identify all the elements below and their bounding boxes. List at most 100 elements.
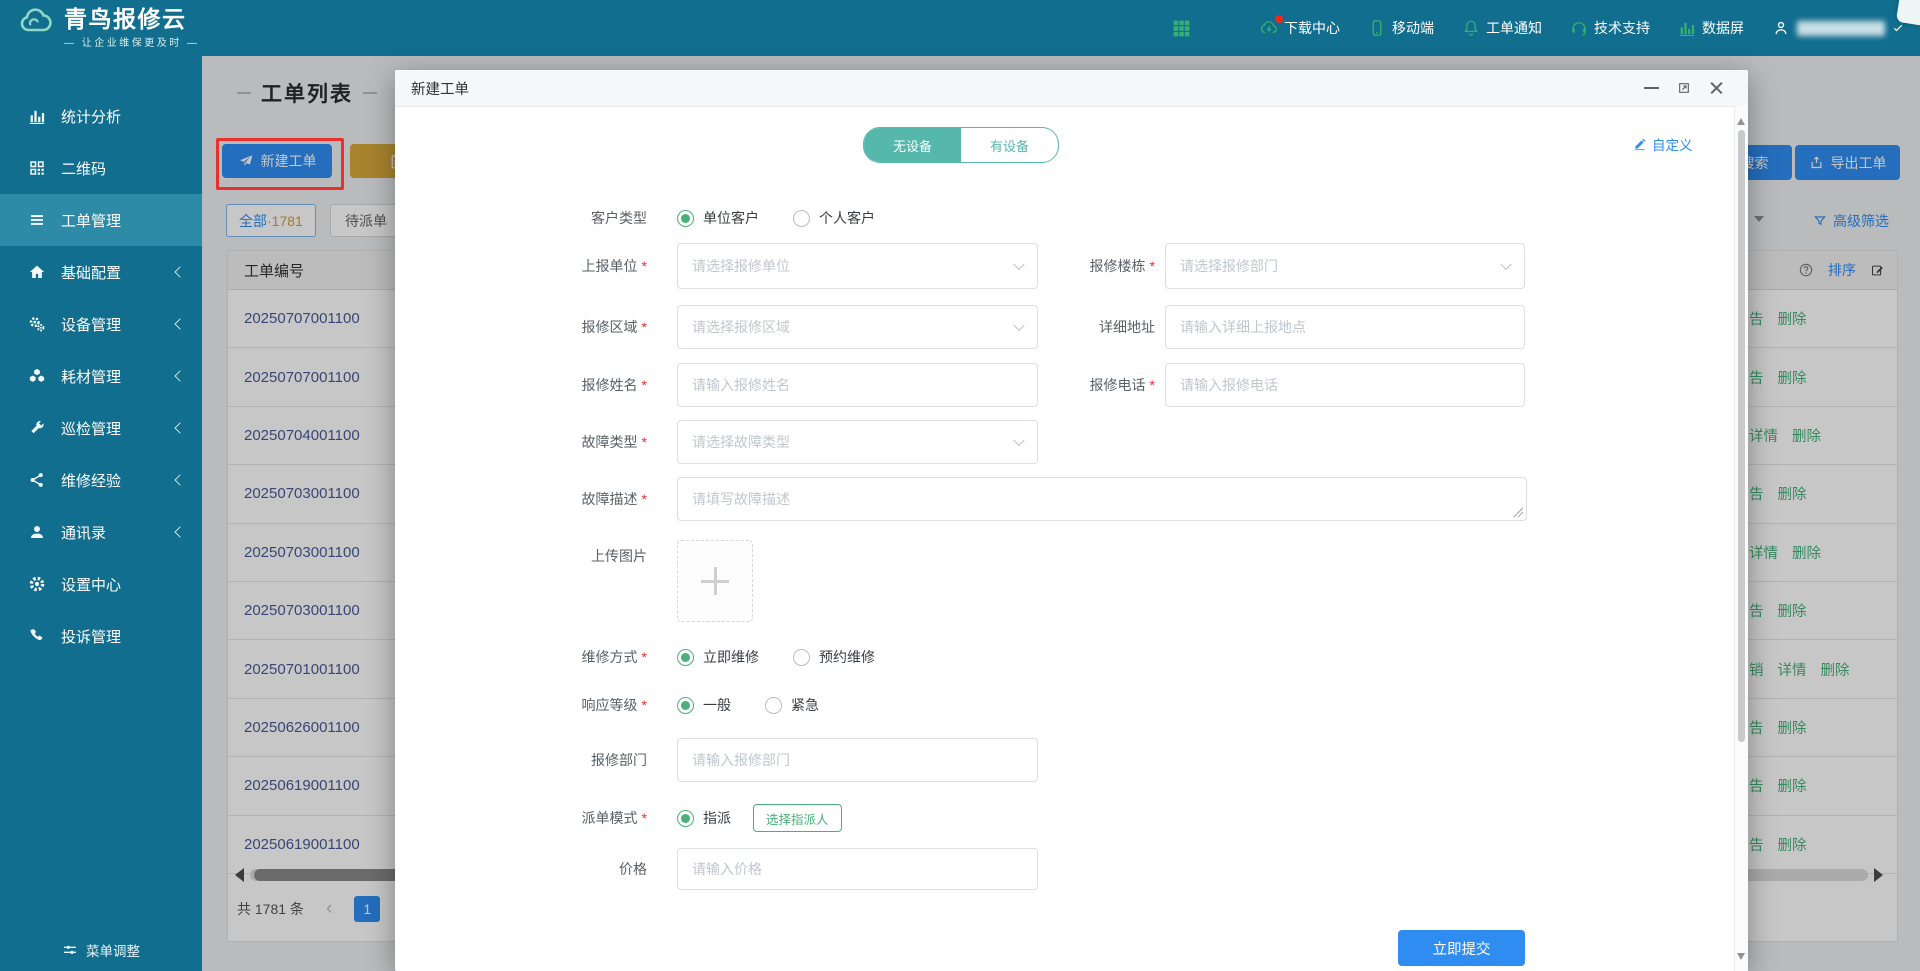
radio-priority-urgent[interactable]: 紧急 [765, 695, 819, 715]
chevron-left-icon [174, 474, 185, 485]
sidebar-menu: 统计分析 二维码 工单管理 基础配置 设备管理 耗材管理 巡检管理 维修经验 [0, 56, 202, 662]
sidebar-item-consumables[interactable]: 耗材管理 [0, 350, 202, 402]
form-row-priority: 响应等级* 一般 紧急 [395, 683, 1735, 727]
radio-icon[interactable] [677, 810, 694, 827]
app-header: 青鸟报修云 — 让企业维保更及时 — 下载中心 移动端 工单通知 技术支持 数据… [0, 0, 1920, 56]
fault-desc-textarea[interactable]: 请填写故障描述 [677, 477, 1527, 521]
sidebar-item-inspection[interactable]: 巡检管理 [0, 402, 202, 454]
headset-icon [1570, 19, 1588, 37]
nav-item-tech-support[interactable]: 技术支持 [1570, 18, 1650, 38]
form-row-dispatch-mode: 派单模式* 指派 选择指派人 [395, 796, 1735, 840]
resize-grip-icon[interactable] [1513, 507, 1523, 517]
radio-icon[interactable] [793, 649, 810, 666]
field-label: 上报单位 [582, 256, 638, 276]
modal-header: 新建工单 [395, 70, 1748, 107]
menu-adjust-label: 菜单调整 [86, 940, 140, 960]
field-label: 故障类型 [582, 432, 638, 452]
tab-no-device[interactable]: 无设备 [864, 128, 961, 162]
chevron-left-icon [174, 526, 185, 537]
sidebar-item-basic-config[interactable]: 基础配置 [0, 246, 202, 298]
address-input[interactable]: 请输入详细上报地点 [1165, 305, 1525, 349]
form-row-fault-desc: 故障描述* 请填写故障描述 [395, 477, 1735, 521]
report-unit-select[interactable]: 请选择报修单位 [677, 243, 1038, 289]
radio-icon[interactable] [677, 649, 694, 666]
sidebar-item-work-orders[interactable]: 工单管理 [0, 194, 202, 246]
gear-icon [28, 575, 46, 593]
form-row-department: 报修部门* 请输入报修部门 [395, 738, 1735, 782]
cubes-icon [28, 367, 46, 385]
radio-priority-normal[interactable]: 一般 [677, 695, 731, 715]
nav-item-mobile[interactable]: 移动端 [1368, 18, 1434, 38]
app-tagline: — 让企业维保更及时 — [64, 34, 200, 49]
sidebar: 统计分析 二维码 工单管理 基础配置 设备管理 耗材管理 巡检管理 维修经验 [0, 56, 202, 971]
minimize-icon[interactable] [1644, 87, 1659, 89]
radio-icon[interactable] [677, 210, 694, 227]
image-upload-button[interactable] [677, 540, 753, 622]
top-nav: 下载中心 移动端 工单通知 技术支持 数据屏 [1171, 0, 1904, 56]
share-icon [28, 471, 46, 489]
sidebar-item-complaints[interactable]: 投诉管理 [0, 610, 202, 662]
form-row-upload: 上传图片* [395, 540, 1735, 622]
pencil-icon [1633, 137, 1647, 151]
sidebar-item-device-mgmt[interactable]: 设备管理 [0, 298, 202, 350]
device-mode-tabs: 无设备 有设备 [863, 127, 1059, 163]
sidebar-item-contacts[interactable]: 通讯录 [0, 506, 202, 558]
choose-assignee-button[interactable]: 选择指派人 [753, 804, 842, 832]
radio-icon[interactable] [793, 210, 810, 227]
bell-icon [1462, 19, 1480, 37]
field-label: 故障描述 [582, 489, 638, 509]
radio-unit-customer[interactable]: 单位客户 [677, 208, 759, 228]
sidebar-item-repair-exp[interactable]: 维修经验 [0, 454, 202, 506]
form-row-unit-building: 上报单位* 请选择报修单位 报修楼栋* 请选择报修部门 [395, 243, 1735, 289]
modal-scrollbar[interactable] [1734, 106, 1748, 971]
reporter-phone-input[interactable]: 请输入报修电话 [1165, 363, 1525, 407]
field-label: 维修方式 [582, 647, 638, 667]
check-icon [1892, 22, 1904, 34]
username-blurred [1797, 21, 1885, 36]
radio-icon[interactable] [765, 697, 782, 714]
mobile-icon [1368, 19, 1386, 37]
radio-dispatch-assign[interactable]: 指派 [677, 808, 731, 828]
list-icon [28, 211, 46, 229]
sidebar-item-stats[interactable]: 统计分析 [0, 90, 202, 142]
close-icon[interactable] [1709, 81, 1724, 96]
notification-badge [1275, 15, 1283, 23]
reporter-name-input[interactable]: 请输入报修姓名 [677, 363, 1038, 407]
submit-button[interactable]: 立即提交 [1398, 930, 1525, 966]
plus-icon [701, 567, 729, 595]
radio-icon[interactable] [677, 697, 694, 714]
sidebar-item-qrcode[interactable]: 二维码 [0, 142, 202, 194]
user-menu[interactable] [1772, 19, 1904, 37]
field-label: 价格 [619, 859, 647, 879]
nav-item-order-notice[interactable]: 工单通知 [1462, 18, 1542, 38]
nav-item-data-screen[interactable]: 数据屏 [1678, 18, 1744, 38]
chevron-left-icon [174, 318, 185, 329]
maximize-icon[interactable] [1676, 80, 1692, 96]
sidebar-item-settings-center[interactable]: 设置中心 [0, 558, 202, 610]
form-row-name-phone: 报修姓名* 请输入报修姓名 报修电话* 请输入报修电话 [395, 363, 1735, 407]
form-row-fault-type: 故障类型* 请选择故障类型 [395, 420, 1735, 464]
tab-with-device[interactable]: 有设备 [961, 128, 1058, 162]
price-input[interactable]: 请输入价格 [677, 848, 1038, 890]
nav-item-download-center[interactable]: 下载中心 [1260, 18, 1340, 38]
form-row-area-address: 报修区域* 请选择报修区域 详细地址* 请输入详细上报地点 [395, 305, 1735, 349]
scroll-down-icon[interactable] [1737, 953, 1745, 964]
scrollbar-thumb[interactable] [1738, 130, 1745, 742]
home-icon [28, 263, 46, 281]
field-label: 报修楼栋 [1090, 256, 1146, 276]
radio-repair-appointment[interactable]: 预约维修 [793, 647, 875, 667]
building-select[interactable]: 请选择报修部门 [1165, 243, 1525, 289]
area-select[interactable]: 请选择报修区域 [677, 305, 1038, 349]
radio-repair-now[interactable]: 立即维修 [677, 647, 759, 667]
gears-icon [28, 315, 46, 333]
bar-chart-icon [1678, 19, 1696, 37]
department-input[interactable]: 请输入报修部门 [677, 738, 1038, 782]
field-label: 响应等级 [582, 695, 638, 715]
apps-grid-icon[interactable] [1171, 18, 1192, 39]
field-label: 上传图片 [591, 546, 647, 566]
scroll-up-icon[interactable] [1737, 114, 1745, 125]
radio-personal-customer[interactable]: 个人客户 [793, 208, 875, 228]
sidebar-menu-adjust[interactable]: 菜单调整 [0, 929, 202, 971]
customize-link[interactable]: 自定义 [1633, 134, 1693, 154]
fault-type-select[interactable]: 请选择故障类型 [677, 420, 1038, 464]
